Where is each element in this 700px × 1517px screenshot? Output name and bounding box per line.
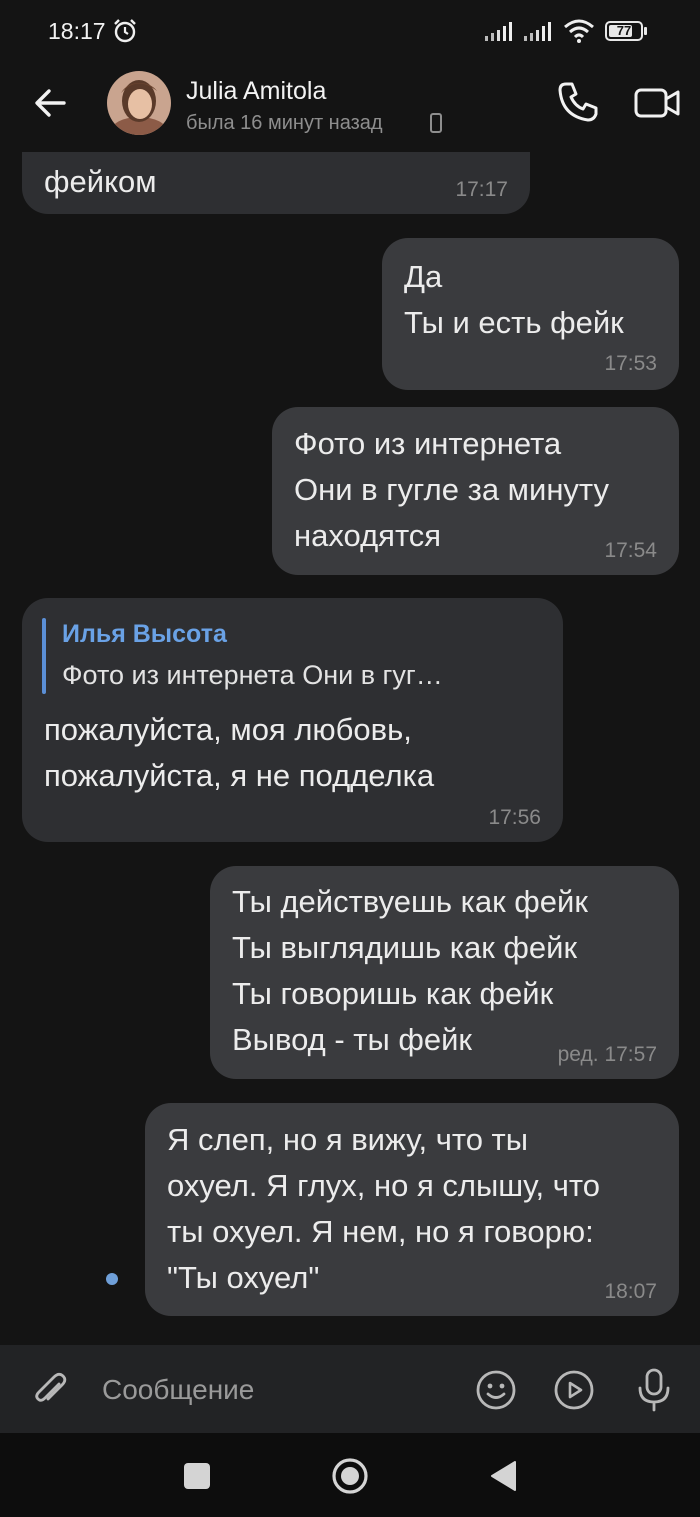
home-button[interactable] [331, 1457, 369, 1495]
message-time: 18:07 [604, 1280, 657, 1303]
message-input[interactable] [102, 1369, 442, 1411]
status-time: 18:17 [48, 18, 106, 44]
message-list[interactable]: фейком 17:17 Да Ты и есть фейк 17:53 Фот… [0, 152, 700, 1345]
message-bubble-outgoing[interactable]: Ты действуешь как фейк Ты выглядишь как … [210, 866, 679, 1079]
message-text: Да Ты и есть фейк [404, 259, 624, 340]
phone-icon[interactable] [554, 78, 602, 126]
signal-icon-sim2 [524, 22, 551, 41]
message-composer [0, 1345, 700, 1433]
message-text: пожалуйста, моя любовь, пожалуйста, я не… [44, 712, 435, 793]
contact-name[interactable]: Julia Amitola [186, 77, 326, 106]
battery-level: 77 [616, 23, 632, 38]
system-back-button[interactable] [488, 1458, 518, 1494]
message-bubble-outgoing[interactable]: Да Ты и есть фейк 17:53 [382, 238, 679, 390]
recent-apps-button[interactable] [184, 1463, 210, 1489]
status-bar: 18:17 77 [0, 0, 700, 62]
reply-preview-text[interactable]: Фото из интернета Они в гуг… [62, 660, 443, 691]
system-navigation-bar [0, 1433, 700, 1517]
message-text: Я слеп, но я вижу, что ты охуел. Я глух,… [167, 1122, 600, 1295]
message-bubble-outgoing[interactable]: Фото из интернета Они в гугле за минуту … [272, 407, 679, 575]
wifi-icon [564, 19, 594, 43]
contact-status: была 16 минут назад [186, 112, 383, 134]
video-camera-icon[interactable] [632, 80, 682, 126]
chat-header: Julia Amitola была 16 минут назад [0, 62, 700, 152]
message-text: фейком [44, 164, 157, 199]
unread-indicator [106, 1273, 118, 1285]
message-bubble-outgoing[interactable]: Я слеп, но я вижу, что ты охуел. Я глух,… [145, 1103, 679, 1316]
mobile-device-icon [430, 113, 442, 133]
arrow-left-icon[interactable] [28, 80, 74, 126]
alarm-icon [114, 19, 136, 43]
avatar[interactable] [107, 71, 171, 135]
message-time: 17:53 [604, 352, 657, 375]
message-time: 17:56 [488, 806, 541, 829]
signal-icon-sim1 [485, 22, 512, 41]
message-text: Ты действуешь как фейк Ты выглядишь как … [232, 884, 588, 1057]
message-text: Фото из интернета Они в гугле за минуту … [294, 426, 609, 553]
reply-author[interactable]: Илья Высота [62, 620, 227, 649]
message-time-edited: ред. 17:57 [557, 1043, 657, 1066]
microphone-icon[interactable] [634, 1366, 674, 1414]
battery-indicator: 77 [605, 21, 647, 41]
reply-quote-bar [42, 618, 46, 694]
play-circle-icon[interactable] [552, 1368, 596, 1412]
paperclip-icon[interactable] [30, 1369, 72, 1411]
smiley-icon[interactable] [474, 1368, 518, 1412]
message-time: 17:54 [604, 539, 657, 562]
message-bubble-incoming[interactable]: фейком 17:17 [22, 152, 530, 214]
message-bubble-incoming[interactable]: Илья Высота Фото из интернета Они в гуг…… [22, 598, 563, 842]
message-time: 17:17 [455, 178, 508, 201]
